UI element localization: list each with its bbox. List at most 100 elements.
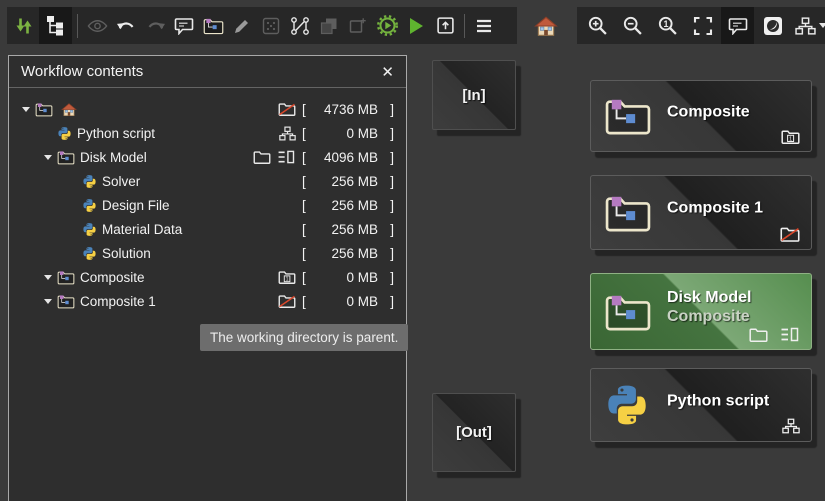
collapse-caret-icon[interactable] [44,299,57,304]
size-field: [4096 MB] [302,150,394,165]
tree-row-label: Composite [80,270,145,285]
tree-row-solution[interactable]: Solution [256 MB] [9,241,406,265]
node-status [781,129,800,144]
size-field: [256 MB] [302,222,394,237]
collapse-caret-icon[interactable] [22,107,35,112]
edit-button[interactable] [228,7,256,44]
run-engine-button[interactable] [373,7,401,44]
org-chart-icon [782,418,800,434]
workflow-folder-icon [604,292,652,332]
workflow-folder-icon [57,150,75,165]
undo-button[interactable] [112,7,140,44]
node-status [782,418,800,434]
main-toolbar [7,7,517,44]
fit-screen-button[interactable] [686,7,719,44]
python-icon [57,126,72,141]
tree-row-disk-model[interactable]: Disk Model [4096 MB] [9,145,406,169]
collapse-caret-icon[interactable] [44,155,57,160]
python-icon [82,174,97,189]
node-status [780,226,800,242]
add-frame-button[interactable] [344,7,372,44]
home-icon [534,15,558,37]
workflow-tree-icon [46,15,66,36]
python-icon [604,382,650,428]
graph-nodes-icon [290,16,310,36]
tree-row-label: Solver [102,174,140,189]
close-button[interactable]: ✕ [381,63,394,81]
export-button[interactable] [431,7,459,44]
python-icon [82,198,97,213]
comment-icon [174,17,194,35]
redo-button[interactable] [141,7,169,44]
collapse-caret-icon[interactable] [44,275,57,280]
zoom-out-icon [622,15,643,36]
home-button[interactable] [531,11,561,41]
tree-row-solver[interactable]: Solver [256 MB] [9,169,406,193]
list-box-icon [277,150,296,164]
folder-one-icon [278,270,296,284]
tree-row-material-data[interactable]: Material Data [256 MB] [9,217,406,241]
workflow-folder-icon [604,96,652,136]
duplicate-button[interactable] [315,7,343,44]
open-workflow-folder-button[interactable] [199,7,227,44]
folder-icon [253,150,271,164]
node-python-script[interactable]: Python script [590,368,812,442]
tree-row-composite[interactable]: Composite [0 MB] [9,265,406,289]
tree-row-label: Material Data [102,222,182,237]
node-composite-1[interactable]: Composite 1 [590,175,812,250]
size-field: [0 MB] [302,294,394,309]
view-toolbar: 1 [577,7,825,44]
org-chart-icon [279,126,296,141]
node-disk-model[interactable]: Disk Model Composite [590,273,812,350]
duplicate-icon [320,17,338,35]
size-field: [0 MB] [302,126,394,141]
size-field: [256 MB] [302,198,394,213]
tree-row-label: Composite 1 [80,294,156,309]
tree-row-label: Disk Model [80,150,147,165]
node-in[interactable]: [In] [432,60,516,130]
tree-row-python-script[interactable]: Python script [0 MB] [9,121,406,145]
comment-button[interactable] [170,7,198,44]
node-composite[interactable]: Composite [590,80,812,152]
fit-screen-icon [693,16,713,36]
workflow-contents-panel: Workflow contents ✕ [4736 MB] Python scr… [8,55,407,501]
comment-toggle-button[interactable] [721,7,754,44]
python-icon [82,246,97,261]
eye-icon [87,19,108,33]
export-icon [436,16,455,35]
panel-header: Workflow contents ✕ [9,56,406,88]
tree-row-root[interactable]: [4736 MB] [9,97,406,121]
node-title: Disk Model Composite [667,288,751,326]
tree-row-label: Solution [102,246,151,261]
tree-row-label: Design File [102,198,170,213]
home-icon [61,102,77,117]
tree-row-composite-1[interactable]: Composite 1 [0 MB] [9,289,406,313]
layout-tree-icon [795,17,816,35]
comment-icon [728,17,748,35]
node-out[interactable]: [Out] [432,393,516,472]
workflow-folder-icon [604,193,652,233]
menu-button[interactable] [470,7,498,44]
run-button[interactable] [402,7,430,44]
workflow-tree: [4736 MB] Python script [0 MB] Disk Mode… [9,88,406,313]
zoom-actual-icon: 1 [657,15,678,36]
grid-button[interactable] [257,7,285,44]
visibility-button[interactable] [83,7,111,44]
tree-row-design-file[interactable]: Design File [256 MB] [9,193,406,217]
size-field: [256 MB] [302,246,394,261]
node-title: Composite 1 [667,199,763,218]
theme-button[interactable] [756,7,789,44]
layout-tree-button[interactable] [791,7,825,44]
add-frame-icon [349,17,367,35]
workflow-tree-button[interactable] [39,7,72,44]
zoom-actual-button[interactable]: 1 [651,7,684,44]
chevron-down-icon [819,23,825,28]
folder-crossed-icon [278,102,296,116]
size-field: [0 MB] [302,270,394,285]
zoom-out-button[interactable] [616,7,649,44]
workflow-folder-icon [203,17,224,35]
graph-nodes-button[interactable] [286,7,314,44]
sort-arrows-button[interactable] [10,7,38,44]
zoom-in-button[interactable] [581,7,614,44]
folder-one-icon [781,129,800,144]
